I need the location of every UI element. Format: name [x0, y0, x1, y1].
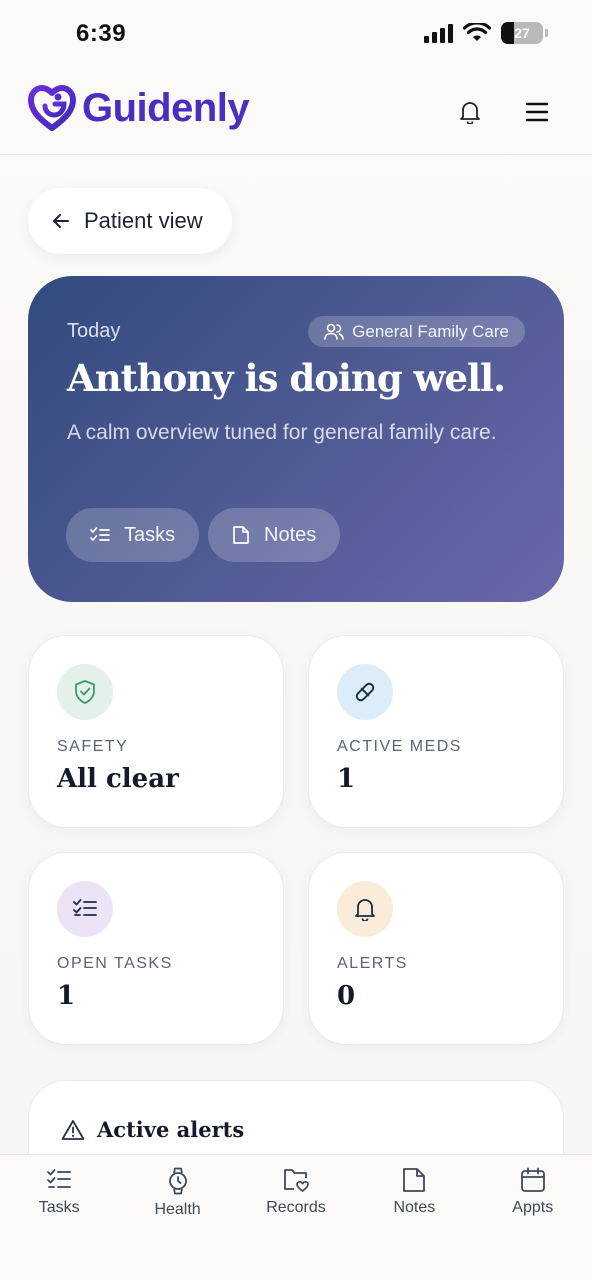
pill-icon — [337, 664, 393, 720]
battery-icon: 27 — [501, 22, 543, 44]
hero-subtitle: A calm overview tuned for general family… — [67, 421, 497, 444]
active-alerts-header: Active alerts — [61, 1117, 244, 1142]
hero-notes-button[interactable]: Notes — [208, 508, 341, 562]
safety-label: SAFETY — [57, 738, 129, 755]
active-alerts-title: Active alerts — [97, 1117, 245, 1142]
active-meds-label: ACTIVE MEDS — [337, 738, 462, 755]
cellular-signal-icon — [424, 23, 453, 43]
bottom-nav: Tasks Health Records Notes Appts — [0, 1154, 592, 1280]
hero-eyebrow: Today — [67, 320, 121, 342]
users-icon — [324, 323, 344, 340]
warning-triangle-icon — [61, 1119, 85, 1140]
nav-tasks[interactable]: Tasks — [0, 1155, 118, 1280]
notifications-button[interactable] — [452, 94, 488, 130]
nav-tasks-label: Tasks — [38, 1199, 80, 1216]
arrow-left-icon — [53, 214, 69, 228]
open-tasks-label: OPEN TASKS — [57, 955, 173, 972]
status-time: 6:39 — [76, 20, 127, 47]
safety-card[interactable]: SAFETY All clear — [28, 635, 284, 828]
open-tasks-card[interactable]: OPEN TASKS 1 — [28, 852, 284, 1045]
open-tasks-value: 1 — [57, 981, 76, 1011]
nav-appts-label: Appts — [512, 1199, 554, 1216]
checklist-icon — [47, 1169, 72, 1188]
app-header: Guidenly — [0, 70, 592, 155]
brand-name: Guidenly — [82, 85, 250, 130]
watch-icon — [168, 1167, 187, 1195]
patient-view-back-button[interactable]: Patient view — [28, 188, 232, 254]
hero-title: Anthony is doing well. — [67, 356, 506, 400]
checklist-icon — [90, 527, 110, 541]
checklist-icon — [57, 881, 113, 937]
nav-appts[interactable]: Appts — [474, 1155, 592, 1280]
nav-records-label: Records — [266, 1199, 326, 1216]
nav-notes-label: Notes — [393, 1199, 436, 1216]
wifi-icon — [463, 23, 491, 41]
hero-tasks-label: Tasks — [124, 523, 176, 546]
menu-icon — [525, 102, 549, 122]
status-icons: 27 — [424, 22, 548, 44]
menu-button[interactable] — [519, 94, 555, 130]
care-type-label: General Family Care — [352, 321, 509, 341]
hero-notes-label: Notes — [264, 523, 317, 546]
hero-tasks-button[interactable]: Tasks — [66, 508, 200, 562]
alerts-card[interactable]: ALERTS 0 — [308, 852, 564, 1045]
back-label: Patient view — [84, 208, 203, 233]
active-meds-card[interactable]: ACTIVE MEDS 1 — [308, 635, 564, 828]
alerts-label: ALERTS — [337, 955, 408, 972]
calendar-icon — [520, 1167, 545, 1192]
patient-summary-hero: Today General Family Care Anthony is doi… — [28, 276, 564, 602]
note-icon — [403, 1168, 426, 1192]
bell-icon — [337, 881, 393, 937]
alerts-value: 0 — [337, 981, 356, 1011]
nav-health-label: Health — [154, 1201, 201, 1218]
status-bar: 6:39 27 — [0, 0, 592, 70]
shield-check-icon — [57, 664, 113, 720]
active-meds-value: 1 — [337, 764, 356, 794]
nav-records[interactable]: Records — [237, 1155, 355, 1280]
care-type-badge: General Family Care — [308, 316, 525, 347]
brand-logo[interactable]: Guidenly — [28, 84, 250, 132]
nav-notes[interactable]: Notes — [355, 1155, 473, 1280]
bell-icon — [460, 102, 480, 124]
nav-health[interactable]: Health — [118, 1155, 236, 1280]
guidenly-logo-icon — [28, 85, 76, 131]
safety-value: All clear — [57, 764, 179, 794]
folder-heart-icon — [284, 1169, 309, 1192]
battery-level: 27 — [514, 25, 530, 41]
note-icon — [233, 526, 249, 544]
